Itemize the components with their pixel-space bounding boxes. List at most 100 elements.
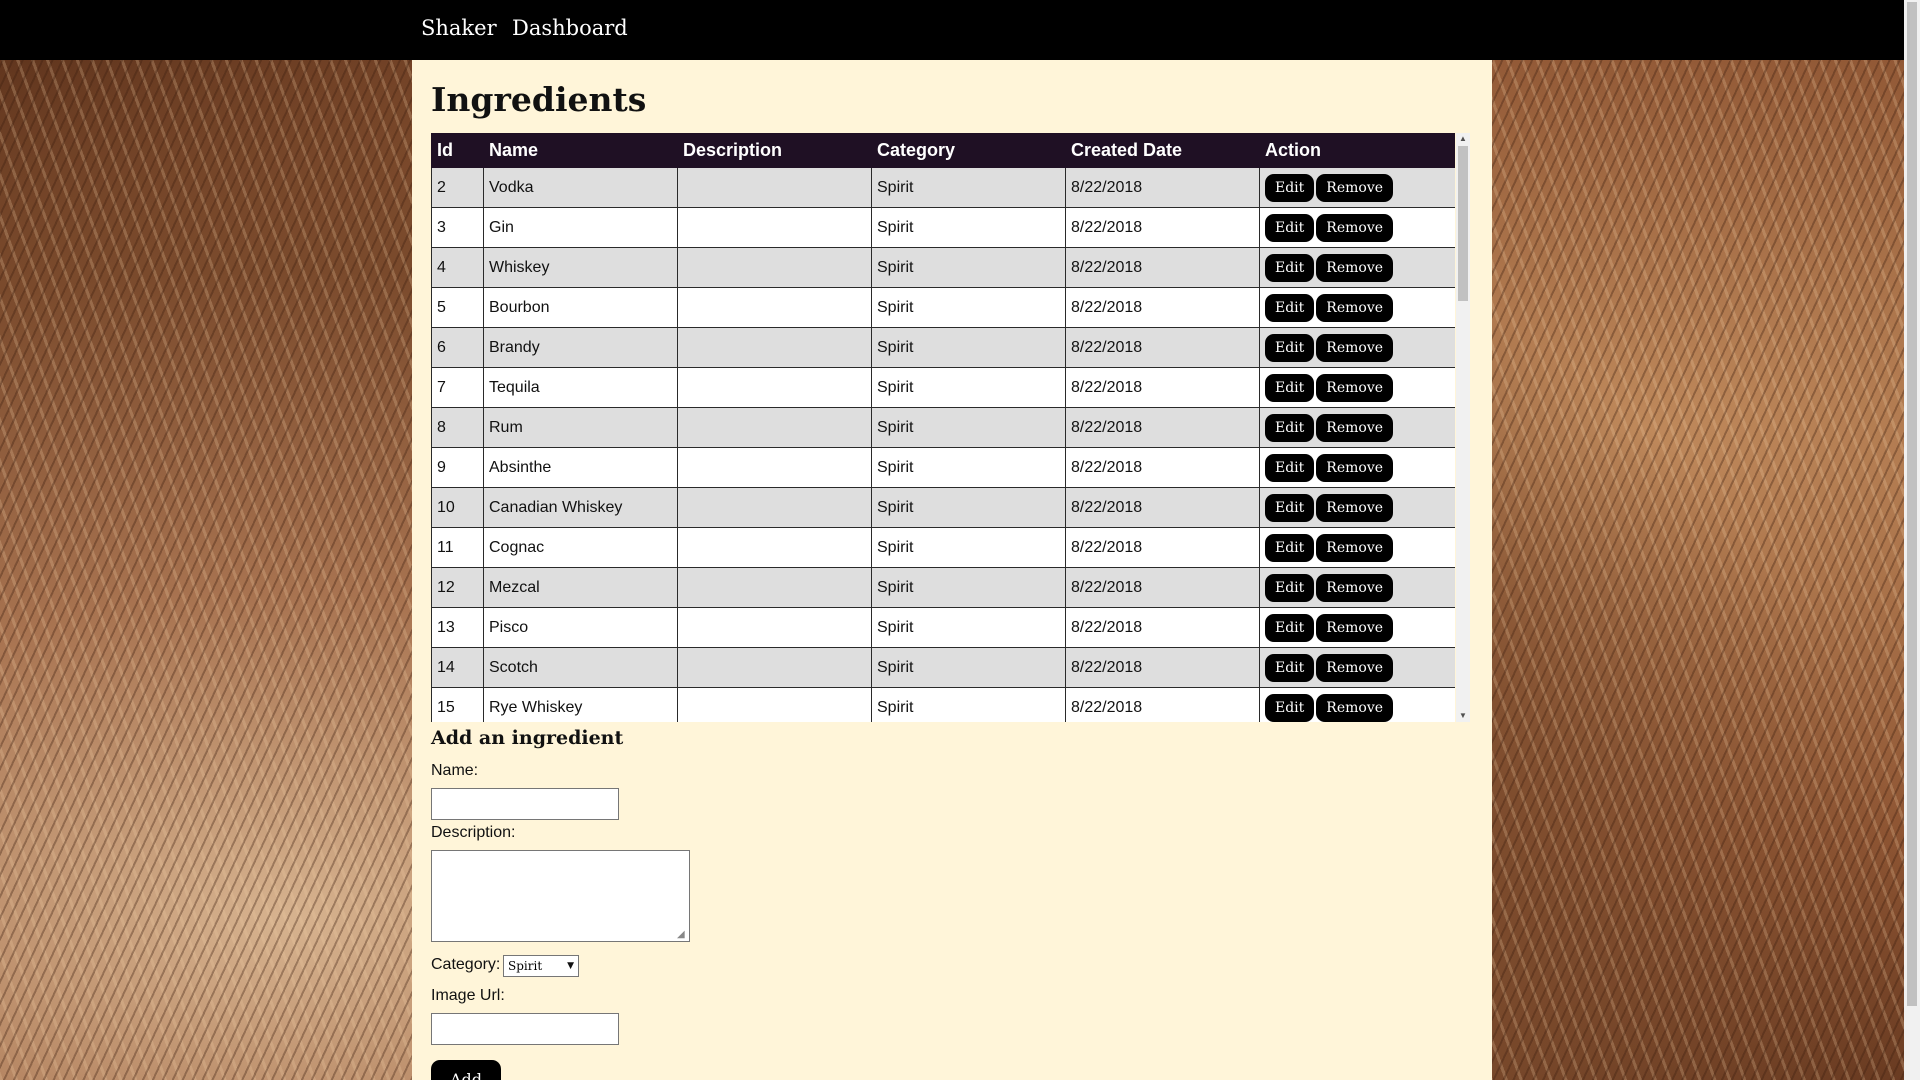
cell-id: 6: [431, 327, 484, 368]
edit-button[interactable]: Edit: [1265, 293, 1315, 322]
category-selected-value: Spirit: [508, 959, 543, 973]
cell-created-date: 8/22/2018: [1065, 207, 1260, 248]
cell-action: Edit Remove: [1259, 687, 1455, 722]
cell-description: [677, 167, 872, 208]
edit-button[interactable]: Edit: [1265, 613, 1315, 642]
scroll-up-arrow-icon[interactable]: ▲: [1456, 133, 1470, 145]
cell-description: [677, 567, 872, 608]
resize-handle-icon[interactable]: ◢: [677, 930, 687, 940]
remove-button[interactable]: Remove: [1316, 653, 1394, 682]
cell-description: [677, 367, 872, 408]
remove-button[interactable]: Remove: [1316, 693, 1394, 722]
cell-action: Edit Remove: [1259, 647, 1455, 688]
cell-action: Edit Remove: [1259, 287, 1455, 328]
table-row: 5 Bourbon Spirit 8/22/2018 Edit Remove: [431, 287, 1455, 328]
cell-id: 5: [431, 287, 484, 328]
cell-category: Spirit: [871, 447, 1066, 488]
cell-id: 14: [431, 647, 484, 688]
cell-description: [677, 607, 872, 648]
edit-button[interactable]: Edit: [1265, 373, 1315, 402]
edit-button[interactable]: Edit: [1265, 573, 1315, 602]
remove-button[interactable]: Remove: [1316, 573, 1394, 602]
table-header-row: Id Name Description Category Created Dat…: [431, 133, 1455, 168]
table-scrollbar-thumb[interactable]: [1458, 146, 1468, 301]
edit-button[interactable]: Edit: [1265, 533, 1315, 562]
table-row: 8 Rum Spirit 8/22/2018 Edit Remove: [431, 407, 1455, 448]
edit-button[interactable]: Edit: [1265, 493, 1315, 522]
cell-created-date: 8/22/2018: [1065, 527, 1260, 568]
cell-category: Spirit: [871, 527, 1066, 568]
cell-action: Edit Remove: [1259, 207, 1455, 248]
cell-description: [677, 287, 872, 328]
page-scrollbar[interactable]: [1904, 0, 1920, 1080]
remove-button[interactable]: Remove: [1316, 253, 1394, 282]
edit-button[interactable]: Edit: [1265, 253, 1315, 282]
cell-created-date: 8/22/2018: [1065, 287, 1260, 328]
remove-button[interactable]: Remove: [1316, 613, 1394, 642]
page-title: Ingredients: [431, 80, 647, 119]
edit-button[interactable]: Edit: [1265, 453, 1315, 482]
nav-brand-link[interactable]: Shaker: [421, 16, 497, 40]
cell-id: 10: [431, 487, 484, 528]
cell-category: Spirit: [871, 287, 1066, 328]
table-scrollbar[interactable]: ▲ ▼: [1456, 133, 1470, 722]
remove-button[interactable]: Remove: [1316, 493, 1394, 522]
cell-description: [677, 207, 872, 248]
remove-button[interactable]: Remove: [1316, 533, 1394, 562]
edit-button[interactable]: Edit: [1265, 213, 1315, 242]
dropdown-arrow-icon: ▼: [567, 961, 574, 971]
cell-category: Spirit: [871, 207, 1066, 248]
image-url-label: Image Url:: [431, 987, 505, 1004]
cell-action: Edit Remove: [1259, 247, 1455, 288]
remove-button[interactable]: Remove: [1316, 373, 1394, 402]
ingredients-table-container[interactable]: Id Name Description Category Created Dat…: [431, 133, 1455, 722]
nav-dashboard-link[interactable]: Dashboard: [512, 16, 628, 40]
cell-id: 13: [431, 607, 484, 648]
category-label: Category:: [431, 956, 501, 973]
edit-button[interactable]: Edit: [1265, 693, 1315, 722]
cell-id: 3: [431, 207, 484, 248]
cell-category: Spirit: [871, 607, 1066, 648]
cell-created-date: 8/22/2018: [1065, 687, 1260, 722]
page-scrollbar-thumb[interactable]: [1907, 2, 1917, 1006]
remove-button[interactable]: Remove: [1316, 333, 1394, 362]
name-label: Name:: [431, 762, 479, 779]
cell-name: Canadian Whiskey: [483, 487, 678, 528]
top-navbar: Shaker Dashboard: [0, 0, 1904, 60]
column-header-name: Name: [483, 133, 678, 168]
edit-button[interactable]: Edit: [1265, 333, 1315, 362]
edit-button[interactable]: Edit: [1265, 413, 1315, 442]
description-textarea[interactable]: [431, 850, 690, 942]
remove-button[interactable]: Remove: [1316, 293, 1394, 322]
cell-description: [677, 447, 872, 488]
image-url-input[interactable]: [431, 1013, 619, 1045]
cell-action: Edit Remove: [1259, 567, 1455, 608]
cell-name: Cognac: [483, 527, 678, 568]
scroll-down-arrow-icon[interactable]: ▼: [1456, 710, 1470, 722]
cell-id: 8: [431, 407, 484, 448]
category-select[interactable]: Spirit ▼: [503, 955, 579, 977]
table-row: 11 Cognac Spirit 8/22/2018 Edit Remove: [431, 527, 1455, 568]
cell-description: [677, 247, 872, 288]
table-row: 3 Gin Spirit 8/22/2018 Edit Remove: [431, 207, 1455, 248]
cell-description: [677, 487, 872, 528]
edit-button[interactable]: Edit: [1265, 173, 1315, 202]
cell-created-date: 8/22/2018: [1065, 167, 1260, 208]
remove-button[interactable]: Remove: [1316, 413, 1394, 442]
table-row: 9 Absinthe Spirit 8/22/2018 Edit Remove: [431, 447, 1455, 488]
edit-button[interactable]: Edit: [1265, 653, 1315, 682]
remove-button[interactable]: Remove: [1316, 453, 1394, 482]
add-button[interactable]: Add: [431, 1060, 501, 1080]
main-content: Ingredients Id Name Description Category…: [412, 60, 1492, 1080]
cell-action: Edit Remove: [1259, 607, 1455, 648]
remove-button[interactable]: Remove: [1316, 173, 1394, 202]
table-row: 12 Mezcal Spirit 8/22/2018 Edit Remove: [431, 567, 1455, 608]
cell-action: Edit Remove: [1259, 447, 1455, 488]
name-input[interactable]: [431, 788, 619, 820]
cell-category: Spirit: [871, 247, 1066, 288]
table-row: 2 Vodka Spirit 8/22/2018 Edit Remove: [431, 167, 1455, 208]
cell-category: Spirit: [871, 167, 1066, 208]
column-header-action: Action: [1259, 133, 1455, 168]
cell-description: [677, 527, 872, 568]
remove-button[interactable]: Remove: [1316, 213, 1394, 242]
